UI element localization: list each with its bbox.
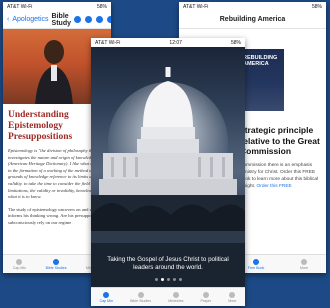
tab-more[interactable]: More: [299, 258, 309, 270]
prayer-icon: [202, 291, 209, 298]
tab-label: More: [228, 298, 237, 303]
tab-bible-studies[interactable]: Bible Studies: [45, 258, 67, 270]
tab-ministries[interactable]: Ministries: [168, 291, 184, 303]
page-title: Rebuilding America: [219, 16, 286, 23]
download-icon[interactable]: [85, 16, 92, 23]
home-icon: [103, 291, 110, 298]
tab-label: Bible Studies: [45, 265, 67, 270]
carrier-label: AT&T Wi-Fi: [7, 3, 33, 10]
tab-bible-studies[interactable]: Bible Studies: [130, 291, 152, 303]
more-icon: [301, 258, 308, 265]
tab-label: Prayer: [200, 298, 212, 303]
more-icon: [229, 291, 236, 298]
tab-label: Cap Min: [99, 298, 113, 303]
back-chevron-icon[interactable]: ‹: [7, 16, 9, 23]
battery-label: 58%: [230, 39, 241, 46]
tab-label: Bible Studies: [130, 298, 152, 303]
tab-cap-min[interactable]: Cap Min: [99, 291, 113, 303]
book-icon: [137, 291, 144, 298]
capitol-photo: [91, 47, 245, 287]
tab-bar: Cap Min Bible Studies Ministries Prayer …: [91, 287, 245, 306]
tab-label: More: [299, 265, 309, 270]
tab-free-book[interactable]: Free Book: [247, 258, 265, 270]
tab-cap-min[interactable]: Cap Min: [12, 258, 27, 270]
tab-label: Cap Min: [12, 265, 27, 270]
capitol-building-illustration: [91, 67, 245, 287]
status-bar: AT&T Wi-Fi 58%: [3, 2, 111, 11]
tab-prayer[interactable]: Prayer: [200, 291, 212, 303]
share-icon[interactable]: [107, 16, 111, 23]
status-bar: AT&T Wi-Fi 12:07 58%: [91, 38, 245, 47]
carrier-label: AT&T Wi-Fi: [95, 39, 121, 46]
settings-icon[interactable]: [96, 16, 103, 23]
tab-label: Free Book: [247, 265, 265, 270]
battery-label: 58%: [311, 3, 322, 10]
carousel-dot[interactable]: [178, 278, 182, 281]
center-phone-screen: AT&T Wi-Fi 12:07 58% Taking the Gospel o…: [91, 38, 245, 306]
carousel-dot[interactable]: [172, 278, 176, 281]
book-icon: [252, 258, 259, 265]
person-silhouette: [35, 40, 73, 104]
status-bar: AT&T Wi-Fi 58%: [179, 2, 326, 11]
ministry-icon: [172, 291, 179, 298]
page-title: Bible Study: [51, 12, 71, 27]
carrier-label: AT&T Wi-Fi: [183, 3, 209, 10]
navigation-bar: ‹ Apologetics Bible Study: [3, 11, 111, 29]
carousel-dot[interactable]: [154, 278, 158, 281]
book-cover[interactable]: REBUILDING AMERICA: [240, 49, 284, 111]
hero-caption: Taking the Gospel of Jesus Christ to pol…: [107, 256, 229, 271]
carousel-page-indicator[interactable]: [91, 278, 245, 281]
time-label: 12:07: [169, 39, 182, 46]
play-icon[interactable]: [74, 16, 81, 23]
tab-label: Ministries: [168, 298, 184, 303]
carousel-dot[interactable]: [166, 278, 170, 281]
book-icon: [53, 258, 60, 265]
carousel-dot[interactable]: [160, 278, 164, 281]
home-icon: [16, 258, 23, 265]
tab-more[interactable]: More: [228, 291, 237, 303]
back-button[interactable]: Apologetics: [12, 16, 48, 23]
battery-label: 58%: [96, 3, 107, 10]
order-book-link[interactable]: Order this FREE: [257, 184, 292, 189]
book-cover-title: REBUILDING AMERICA: [243, 55, 278, 67]
navigation-bar: Rebuilding America: [179, 11, 326, 29]
